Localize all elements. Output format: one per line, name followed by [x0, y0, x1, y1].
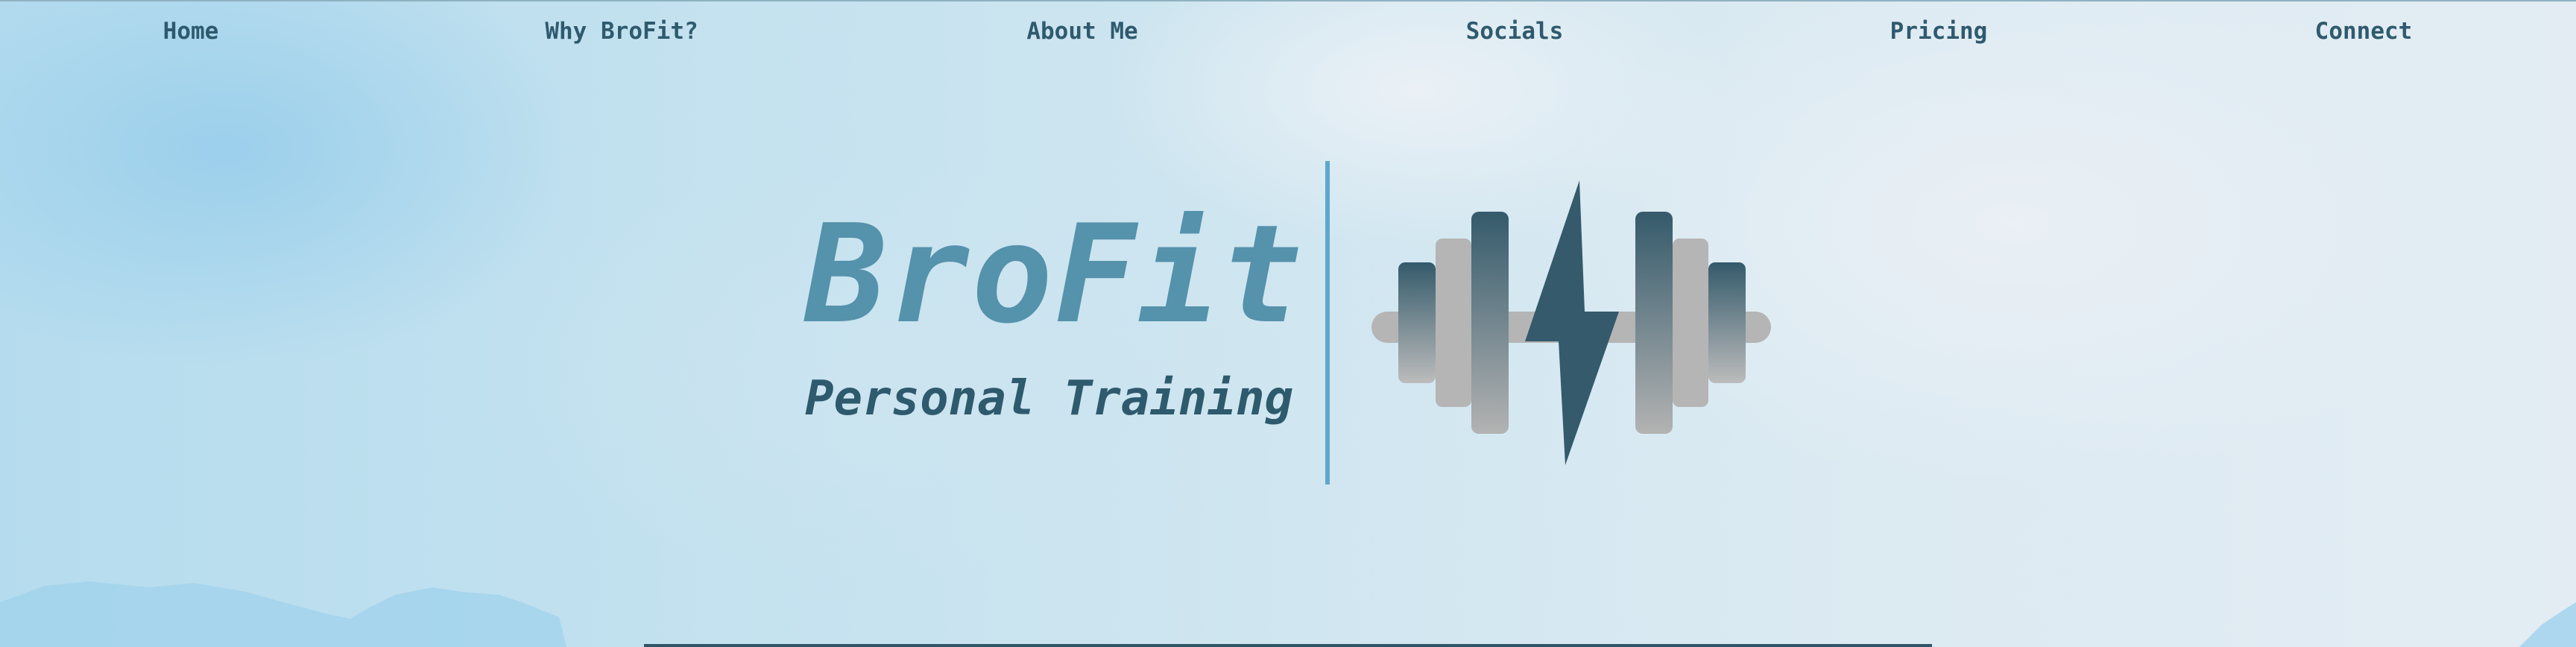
vertical-divider — [1325, 161, 1330, 485]
nav-about-me[interactable]: About Me — [1026, 15, 1137, 48]
top-border — [0, 0, 2576, 1]
brand-subtitle: Personal Training — [805, 371, 1294, 426]
nav-connect[interactable]: Connect — [2315, 15, 2413, 48]
nav-home[interactable]: Home — [163, 15, 219, 48]
nav-socials[interactable]: Socials — [1466, 15, 1564, 48]
nav-why-brofit[interactable]: Why BroFit? — [545, 15, 698, 48]
section-underline — [644, 644, 1932, 647]
nav-pricing[interactable]: Pricing — [1890, 15, 1988, 48]
dumbbell-lightning-icon — [1371, 180, 1771, 465]
mountain-silhouette — [0, 581, 2576, 647]
brand-title: BroFit — [805, 195, 1304, 353]
top-navigation: Home Why BroFit? About Me Socials Pricin… — [0, 15, 2576, 48]
